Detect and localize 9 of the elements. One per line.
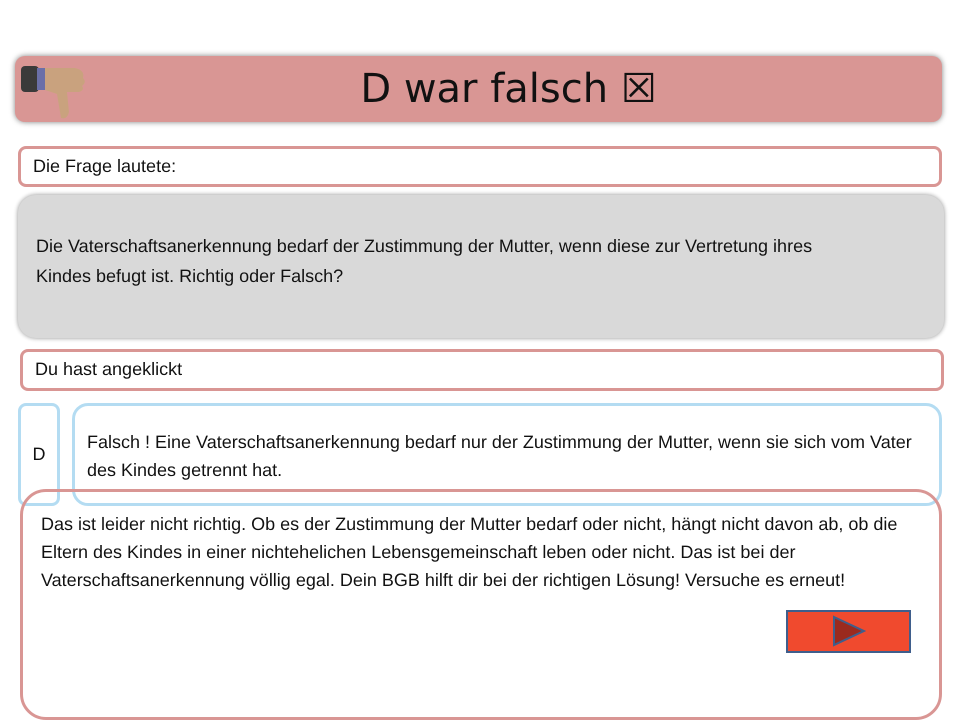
- answer-letter: D: [32, 442, 46, 466]
- answer-text: Falsch ! Eine Vaterschaftsanerkennung bedarf nur der Zustimmung der Mutter, wenn sie sich vom Vater des Kindes getrennt hat.: [87, 431, 913, 482]
- question-text: Die Vaterschaftsanerkennung bedarf der Zustimmung der Mutter, wenn diese zur Vertretung ihres Kindes befugt ist. Richtig oder Falsch?: [36, 235, 814, 288]
- play-icon: [832, 615, 866, 648]
- answer-label: Du hast angeklickt: [35, 358, 182, 382]
- question-label: Die Frage lautete:: [33, 154, 176, 178]
- next-button[interactable]: [786, 610, 911, 653]
- feedback-text: Das ist leider nicht richtig. Ob es der Zustimmung der Mutter bedarf oder nicht, hängt nicht davon ab, ob die Eltern des Kindes in einer nichtehelichen Lebensgemeinschaft leben oder nicht. Das ist bei der Vaterschaftsanerkennung völlig egal. Dein BGB hilft dir bei der richtigen Lösung! Versuche es erneut!: [41, 512, 898, 592]
- slide-title: D war falsch ☒: [360, 64, 657, 114]
